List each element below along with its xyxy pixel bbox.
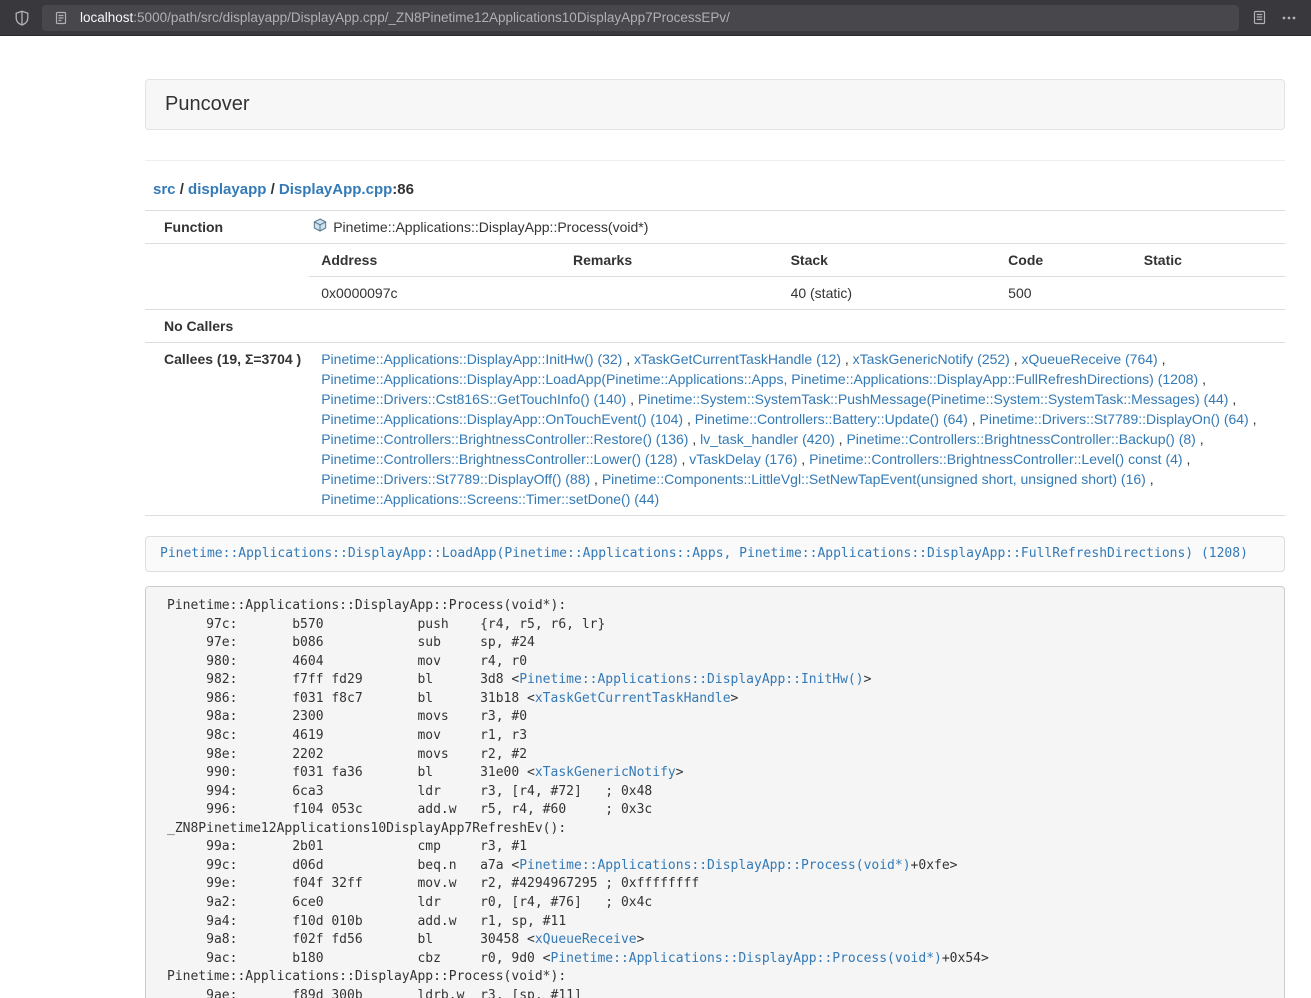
callee-link[interactable]: Pinetime::Controllers::BrightnessControl…	[321, 431, 688, 447]
callee-link[interactable]: xTaskGetCurrentTaskHandle (12)	[634, 351, 841, 367]
callee-link[interactable]: lv_task_handler (420)	[700, 431, 835, 447]
callee-separator: ,	[968, 411, 980, 427]
stats-cell-value	[1132, 277, 1285, 310]
callee-link[interactable]: Pinetime::Controllers::BrightnessControl…	[809, 451, 1182, 467]
callees-row: Callees (19, Σ=3704 ) Pinetime::Applicat…	[145, 343, 1285, 516]
callees-list: Pinetime::Applications::DisplayApp::Init…	[309, 343, 1285, 516]
callee-link[interactable]: xQueueReceive (764)	[1022, 351, 1158, 367]
overflow-menu-icon[interactable]	[1279, 8, 1299, 28]
stats-cell: AddressRemarksStackCodeStatic 0x0000097c…	[309, 244, 1285, 310]
callee-link[interactable]: Pinetime::Components::LittleVgl::SetNewT…	[602, 471, 1146, 487]
callee-separator: ,	[1196, 431, 1204, 447]
breadcrumb-link[interactable]: displayapp	[188, 181, 266, 198]
callee-separator: ,	[683, 411, 695, 427]
callee-separator: ,	[1228, 391, 1236, 407]
url-host: localhost	[80, 10, 133, 25]
breadcrumb-link[interactable]: src	[153, 181, 176, 198]
url-path: :5000/path/src/displayapp/DisplayApp.cpp…	[133, 10, 730, 25]
callee-link[interactable]: Pinetime::Controllers::BrightnessControl…	[321, 451, 677, 467]
function-icon	[313, 217, 327, 237]
function-row-label: Function	[145, 211, 309, 244]
code-symbol-link[interactable]: xTaskGetCurrentTaskHandle	[535, 691, 731, 706]
callee-link[interactable]: Pinetime::Applications::DisplayApp::Init…	[321, 351, 622, 367]
disassembly-pre: Pinetime::Applications::DisplayApp::Proc…	[145, 586, 1285, 998]
callee-separator: ,	[797, 451, 809, 467]
stats-column-header: Remarks	[561, 244, 779, 277]
callers-cell	[309, 310, 1285, 343]
function-row: Function Pinetime::Applications::Display…	[145, 211, 1285, 244]
stats-header-row: AddressRemarksStackCodeStatic	[309, 244, 1285, 277]
largest-callee-link[interactable]: Pinetime::Applications::DisplayApp::Load…	[160, 546, 1248, 561]
callee-link[interactable]: Pinetime::Drivers::St7789::DisplayOn() (…	[980, 411, 1249, 427]
callee-link[interactable]: Pinetime::System::SystemTask::PushMessag…	[638, 391, 1229, 407]
callee-separator: ,	[1010, 351, 1022, 367]
callee-link[interactable]: vTaskDelay (176)	[689, 451, 797, 467]
code-symbol-link[interactable]: Pinetime::Applications::DisplayApp::Init…	[519, 672, 863, 687]
stats-data-row: 0x0000097c 40 (static)500	[309, 277, 1285, 310]
largest-callee-box: Pinetime::Applications::DisplayApp::Load…	[145, 536, 1285, 572]
callee-separator: ,	[1198, 371, 1206, 387]
callee-separator: ,	[590, 471, 602, 487]
callee-separator: ,	[626, 391, 638, 407]
callees-label: Callees (19, Σ=3704 )	[145, 343, 309, 516]
callee-link[interactable]: Pinetime::Applications::DisplayApp::OnTo…	[321, 411, 683, 427]
stats-column-header: Code	[996, 244, 1132, 277]
callee-separator: ,	[622, 351, 634, 367]
stats-cell-value: 40 (static)	[779, 277, 997, 310]
callee-link[interactable]: Pinetime::Applications::DisplayApp::Load…	[321, 371, 1198, 387]
code-symbol-link[interactable]: xTaskGenericNotify	[535, 765, 676, 780]
callee-link[interactable]: Pinetime::Drivers::Cst816S::GetTouchInfo…	[321, 391, 626, 407]
browser-toolbar: localhost:5000/path/src/displayapp/Displ…	[0, 0, 1311, 36]
callee-separator: ,	[841, 351, 853, 367]
page-content: Puncover src / displayapp / DisplayApp.c…	[145, 79, 1285, 998]
page-info-icon[interactable]	[51, 8, 71, 28]
stats-row: AddressRemarksStackCodeStatic 0x0000097c…	[145, 244, 1285, 310]
shield-icon[interactable]	[12, 8, 32, 28]
callee-link[interactable]: Pinetime::Controllers::BrightnessControl…	[846, 431, 1195, 447]
stats-cell-value: 0x0000097c	[309, 277, 561, 310]
stats-cell-value	[561, 277, 779, 310]
callee-link[interactable]: Pinetime::Controllers::Battery::Update()…	[695, 411, 968, 427]
breadcrumb-line-number: :86	[392, 181, 414, 198]
breadcrumb-separator: /	[176, 181, 189, 198]
code-symbol-link[interactable]: Pinetime::Applications::DisplayApp::Proc…	[551, 951, 942, 966]
code-symbol-link[interactable]: xQueueReceive	[535, 932, 637, 947]
callers-row: No Callers	[145, 310, 1285, 343]
app-title: Puncover	[165, 93, 1265, 116]
reader-view-icon[interactable]	[1249, 8, 1269, 28]
no-callers-label: No Callers	[145, 310, 309, 343]
function-table: Function Pinetime::Applications::Display…	[145, 210, 1285, 516]
callee-link[interactable]: Pinetime::Drivers::St7789::DisplayOff() …	[321, 471, 590, 487]
divider	[145, 160, 1285, 161]
callee-separator: ,	[688, 431, 700, 447]
breadcrumb-link[interactable]: DisplayApp.cpp	[279, 181, 392, 198]
breadcrumb: src / displayapp / DisplayApp.cpp:86	[153, 181, 1285, 198]
app-header: Puncover	[145, 79, 1285, 130]
callee-link[interactable]: Pinetime::Applications::Screens::Timer::…	[321, 491, 659, 507]
stats-column-header: Stack	[779, 244, 997, 277]
stats-column-header: Static	[1132, 244, 1285, 277]
callee-separator: ,	[1158, 351, 1166, 367]
callee-link[interactable]: xTaskGenericNotify (252)	[853, 351, 1010, 367]
callee-separator: ,	[678, 451, 690, 467]
callee-separator: ,	[1183, 451, 1191, 467]
function-name: Pinetime::Applications::DisplayApp::Proc…	[333, 217, 648, 237]
callee-separator: ,	[835, 431, 847, 447]
stats-column-header: Address	[309, 244, 561, 277]
function-name-cell: Pinetime::Applications::DisplayApp::Proc…	[309, 211, 1285, 244]
stats-table: AddressRemarksStackCodeStatic 0x0000097c…	[309, 244, 1285, 309]
callee-separator: ,	[1146, 471, 1154, 487]
callee-separator: ,	[1249, 411, 1257, 427]
empty-row-label	[145, 244, 309, 310]
code-symbol-link[interactable]: Pinetime::Applications::DisplayApp::Proc…	[519, 858, 910, 873]
stats-cell-value: 500	[996, 277, 1132, 310]
url-text: localhost:5000/path/src/displayapp/Displ…	[80, 10, 730, 25]
url-bar[interactable]: localhost:5000/path/src/displayapp/Displ…	[42, 5, 1239, 31]
breadcrumb-separator: /	[266, 181, 279, 198]
